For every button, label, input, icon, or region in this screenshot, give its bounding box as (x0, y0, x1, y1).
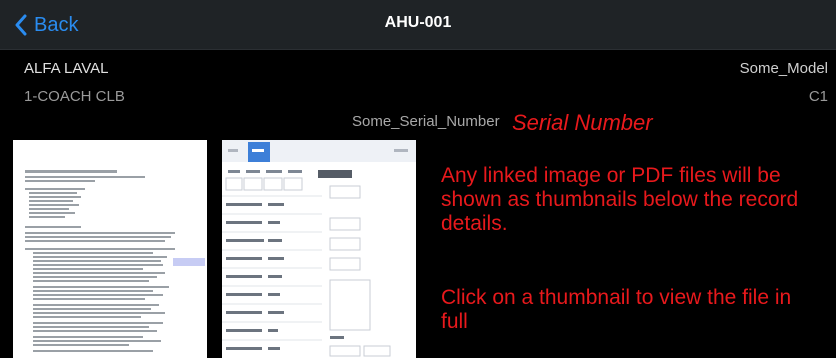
serial-number-annotation: Serial Number (512, 110, 653, 135)
click-thumbnail-annotation: Click on a thumbnail to view the file in… (441, 286, 792, 333)
manufacturer-text: ALFA LAVAL (24, 60, 109, 77)
record-details: ALFA LAVAL Some_Model 1-COACH CLB C1 Som… (0, 50, 836, 140)
page-title: AHU-001 (384, 14, 452, 31)
serial-number-text: Some_Serial_Number (352, 113, 500, 130)
form-screenshot-icon (222, 140, 416, 358)
asset-name-text: 1-COACH CLB (24, 88, 125, 105)
document-page-icon (13, 140, 207, 358)
asset-code-text: C1 (808, 88, 828, 105)
model-text: Some_Model (739, 60, 828, 77)
nav-bar: Back AHU-001 (0, 0, 836, 50)
file-thumbnail-document[interactable] (13, 140, 207, 358)
file-thumbnail-image[interactable] (222, 140, 416, 358)
thumbnails-annotation: Any linked image or PDF files will be sh… (441, 164, 799, 235)
